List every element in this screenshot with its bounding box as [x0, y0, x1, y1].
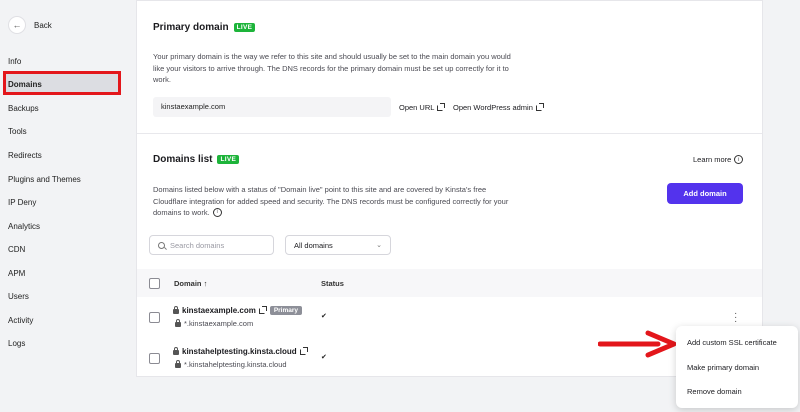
table-row-domain: kinstahelptesting.kinsta.cloud [173, 346, 308, 356]
row-checkbox[interactable] [149, 353, 160, 364]
sidebar-item-analytics[interactable]: Analytics [8, 220, 40, 234]
lock-icon [175, 319, 181, 327]
search-domains-input[interactable]: Search domains [149, 235, 274, 255]
external-link-icon [535, 102, 544, 111]
domains-desc-line-3: domains to work. [153, 208, 210, 217]
primary-badge: Primary [269, 306, 303, 315]
table-header: Domain ↑ Status [137, 269, 762, 297]
menu-item-remove-domain[interactable]: Remove domain [687, 387, 742, 396]
lock-icon [175, 360, 181, 368]
annotation-arrow-icon [598, 330, 677, 358]
open-url-link[interactable]: Open URL [399, 102, 446, 112]
domains-list-description: Domains listed below with a status of "D… [153, 184, 508, 219]
sidebar-item-activity[interactable]: Activity [8, 314, 33, 328]
menu-item-add-ssl[interactable]: Add custom SSL certificate [687, 338, 777, 347]
domain-actions-menu: Add custom SSL certificate Make primary … [676, 326, 798, 408]
sidebar-item-tools[interactable]: Tools [8, 125, 27, 139]
info-icon: i [734, 155, 744, 164]
wildcard-domain: *.kinstahelptesting.kinsta.cloud [175, 360, 287, 369]
sidebar-item-plugins-themes[interactable]: Plugins and Themes [8, 173, 81, 187]
primary-domain-description: Your primary domain is the way we refer … [153, 51, 511, 86]
section-divider [137, 133, 762, 134]
domain-name: kinstahelptesting.kinsta.cloud [182, 347, 297, 356]
help-icon[interactable]: i [212, 208, 222, 218]
sidebar-item-apm[interactable]: APM [8, 267, 25, 281]
domains-desc-line-2: Cloudflare integration for added speed a… [153, 196, 509, 206]
annotation-highlight-box [3, 71, 121, 95]
domain-name: kinstaexample.com [182, 306, 256, 315]
status-check-icon: ✔ [321, 354, 327, 361]
domains-desc-line-3-wrap: domains to work. i [153, 207, 508, 219]
sidebar-item-cdn[interactable]: CDN [8, 243, 25, 257]
lock-icon [173, 347, 179, 355]
external-link-icon [437, 102, 446, 111]
chevron-down-icon: ⌄ [376, 242, 382, 249]
lock-icon [173, 306, 179, 314]
sidebar-item-redirects[interactable]: Redirects [8, 149, 42, 163]
back-label: Back [34, 20, 52, 30]
row-checkbox[interactable] [149, 312, 160, 323]
add-domain-button[interactable]: Add domain [667, 183, 743, 204]
domains-list-heading: Domains list LIVE [153, 154, 240, 165]
primary-desc-line-1: Your primary domain is the way we refer … [153, 52, 511, 61]
primary-domain-field: kinstaexample.com [153, 97, 391, 117]
column-status: Status [321, 279, 344, 288]
sidebar-item-users[interactable]: Users [8, 290, 29, 304]
primary-desc-line-3: work. [153, 75, 171, 84]
wildcard-domain: *.kinstaexample.com [175, 319, 253, 328]
open-wp-admin-label: Open WordPress admin [453, 103, 533, 112]
wildcard-domain-name: *.kinstahelptesting.kinsta.cloud [184, 360, 287, 369]
status-check-icon: ✔ [321, 313, 327, 320]
search-placeholder: Search domains [170, 240, 225, 250]
column-domain[interactable]: Domain ↑ [174, 279, 207, 288]
domain-filter-select[interactable]: All domains ⌄ [285, 235, 391, 255]
sidebar-item-backups[interactable]: Backups [8, 102, 39, 116]
domains-list-title: Domains list [153, 154, 213, 165]
domains-live-badge: LIVE [217, 155, 240, 164]
open-url-label: Open URL [399, 103, 435, 112]
menu-item-make-primary[interactable]: Make primary domain [687, 363, 759, 372]
learn-more-link[interactable]: Learn more i [693, 155, 744, 164]
learn-more-label: Learn more [693, 155, 732, 164]
search-icon [158, 241, 165, 249]
open-wp-admin-link[interactable]: Open WordPress admin [453, 102, 544, 112]
sidebar-item-logs[interactable]: Logs [8, 337, 25, 351]
sidebar-item-ip-deny[interactable]: IP Deny [8, 196, 36, 210]
domains-desc-line-1: Domains listed below with a status of "D… [153, 185, 487, 194]
external-link-icon[interactable] [299, 346, 308, 355]
sidebar-item-info[interactable]: Info [8, 55, 21, 69]
primary-domain-title: Primary domain [153, 22, 229, 33]
primary-live-badge: LIVE [233, 23, 256, 32]
back-arrow-icon: ← [8, 16, 26, 34]
select-all-checkbox[interactable] [149, 278, 160, 289]
domain-filter-value: All domains [294, 240, 333, 250]
table-row-domain: kinstaexample.com Primary [173, 305, 303, 315]
kebab-menu-icon[interactable]: · · · [734, 309, 737, 327]
domains-panel: Primary domain LIVE Your primary domain … [136, 0, 763, 377]
primary-domain-heading: Primary domain LIVE [153, 22, 256, 33]
primary-desc-line-2: like your visitors to arrive through. Th… [153, 63, 509, 73]
external-link-icon[interactable] [258, 305, 267, 314]
back-button[interactable]: ← Back [8, 16, 52, 34]
sidebar: ← Back Info Domains Backups Tools Redire… [0, 0, 134, 412]
wildcard-domain-name: *.kinstaexample.com [184, 319, 254, 328]
